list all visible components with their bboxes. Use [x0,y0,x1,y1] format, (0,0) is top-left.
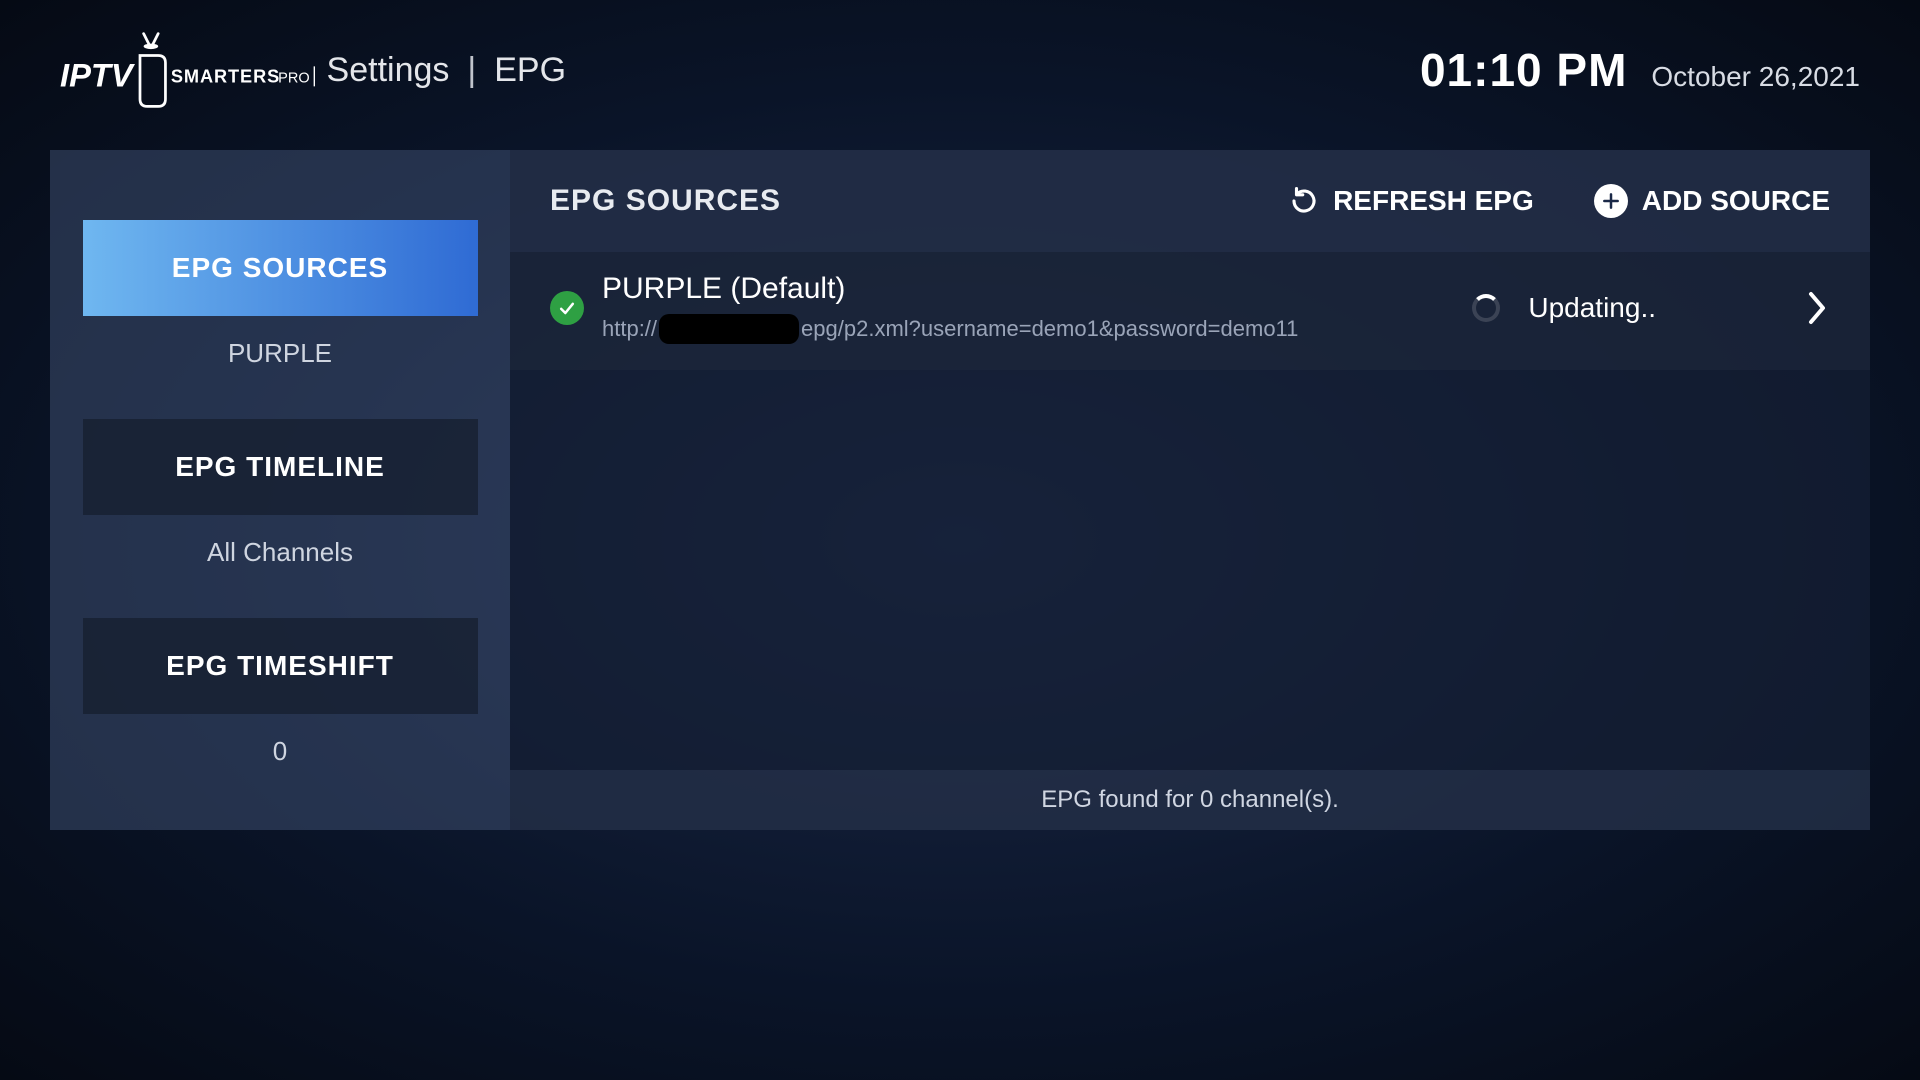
source-status-area: Updating.. [1472,288,1830,328]
epg-source-row[interactable]: PURPLE (Default) http:// epg/p2.xml?user… [510,252,1870,370]
content-header: EPG SOURCES REFRESH EPG ADD SOURCE [510,150,1870,252]
svg-text:SMARTERS: SMARTERS [171,67,280,87]
main-panel: EPG SOURCES PURPLE EPG TIMELINE All Chan… [50,150,1870,830]
source-info: PURPLE (Default) http:// epg/p2.xml?user… [602,272,1298,344]
sidebar-button-epg-sources[interactable]: EPG SOURCES [83,220,478,316]
add-source-button[interactable]: ADD SOURCE [1594,184,1830,218]
content-panel: EPG SOURCES REFRESH EPG ADD SOURCE [510,150,1870,830]
breadcrumb-settings[interactable]: Settings [327,51,450,90]
app-logo: IPTV SMARTERS PRO [60,30,315,110]
refresh-icon [1289,186,1319,216]
sidebar-item-label: EPG SOURCES [172,252,388,284]
sidebar-button-epg-timeshift[interactable]: EPG TIMESHIFT [83,618,478,714]
refresh-epg-button[interactable]: REFRESH EPG [1289,184,1534,218]
breadcrumb-separator: | [467,51,476,90]
redacted-host [659,314,799,344]
chevron-right-icon [1804,288,1830,328]
check-icon [550,291,584,325]
clock-date: October 26,2021 [1651,61,1860,93]
source-name: PURPLE (Default) [602,272,1298,306]
plus-icon [1594,184,1628,218]
source-url-suffix: epg/p2.xml?username=demo1&password=demo1… [801,316,1298,342]
epg-found-status: EPG found for 0 channel(s). [1041,786,1339,814]
source-url-prefix: http:// [602,316,657,342]
header-actions: REFRESH EPG ADD SOURCE [1289,184,1830,218]
source-url: http:// epg/p2.xml?username=demo1&passwo… [602,314,1298,344]
sidebar-item-epg-sources: EPG SOURCES PURPLE [80,220,480,369]
sidebar-item-epg-timeshift: EPG TIMESHIFT 0 [80,618,480,767]
refresh-label: REFRESH EPG [1333,185,1534,217]
sidebar-item-label: EPG TIMESHIFT [166,650,394,682]
clock-time: 01:10 PM [1420,43,1627,97]
iptv-smarters-pro-logo-icon: IPTV SMARTERS PRO [60,30,315,110]
add-source-label: ADD SOURCE [1642,185,1830,217]
content-footer: EPG found for 0 channel(s). [510,770,1870,830]
app-header: IPTV SMARTERS PRO Settings | EPG 01:10 P… [0,0,1920,130]
sidebar: EPG SOURCES PURPLE EPG TIMELINE All Chan… [50,150,510,830]
sidebar-item-label: EPG TIMELINE [175,451,385,483]
sidebar-button-epg-timeline[interactable]: EPG TIMELINE [83,419,478,515]
content-title: EPG SOURCES [550,184,781,218]
sidebar-item-epg-timeline: EPG TIMELINE All Channels [80,419,480,568]
sidebar-item-sub: All Channels [207,537,353,568]
breadcrumb-epg: EPG [494,51,566,90]
svg-text:IPTV: IPTV [60,56,136,93]
source-status: Updating.. [1528,292,1656,324]
svg-text:PRO: PRO [278,71,310,87]
breadcrumb: Settings | EPG [327,51,567,90]
loading-spinner-icon [1472,294,1500,322]
header-right: 01:10 PM October 26,2021 [1420,43,1860,97]
sidebar-item-sub: PURPLE [228,338,332,369]
sidebar-item-sub: 0 [273,736,287,767]
